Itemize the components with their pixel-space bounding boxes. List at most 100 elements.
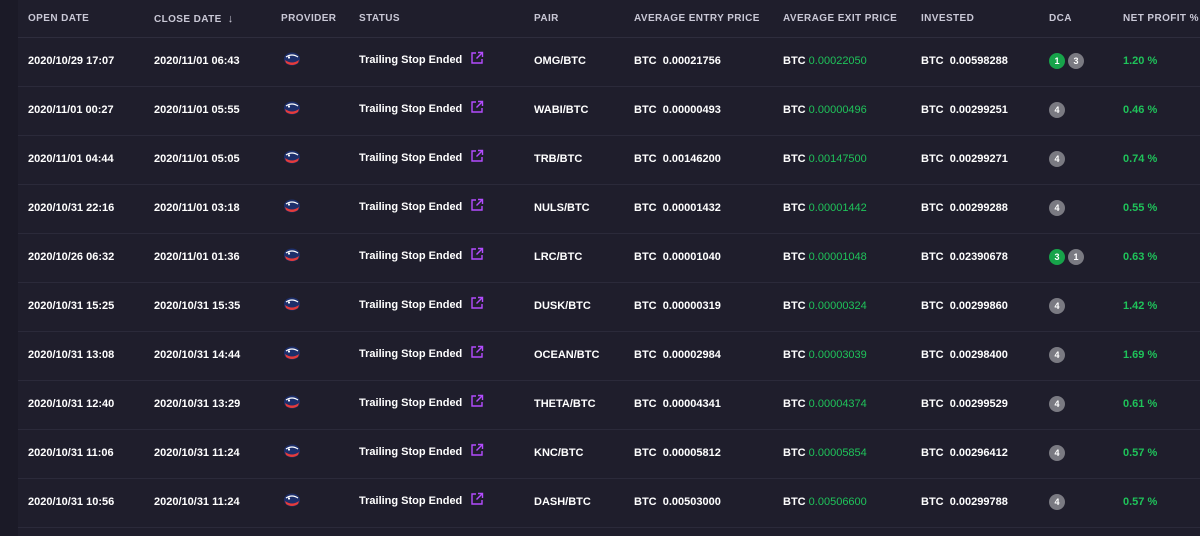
entry-price-value: 0.00004341: [662, 398, 721, 410]
status-text: Trailing Stop Ended: [359, 299, 463, 311]
entry-currency: BTC: [634, 496, 657, 508]
table-row[interactable]: 2020/10/26 06:32 2020/11/01 01:36 Traili…: [18, 234, 1200, 283]
dca-badge: 4: [1049, 151, 1065, 167]
dca-badge: 3: [1068, 53, 1084, 69]
invested-currency: BTC: [921, 55, 944, 67]
dca-badges: 4: [1049, 494, 1065, 510]
external-link-icon[interactable]: [470, 149, 484, 163]
header-pair[interactable]: PAIR: [534, 13, 559, 24]
header-provider[interactable]: PROVIDER: [281, 13, 336, 24]
external-link-icon[interactable]: [470, 345, 484, 359]
closed-positions-table: OPEN DATE CLOSE DATE ↓ PROVIDER STATUS PA…: [18, 0, 1200, 536]
pair: OCEAN/BTC: [534, 349, 600, 361]
external-link-icon[interactable]: [470, 247, 484, 261]
average-exit-price: BTC 0.00005854: [783, 447, 867, 459]
entry-currency: BTC: [634, 251, 657, 263]
status: Trailing Stop Ended: [359, 443, 484, 458]
invested-value: 0.00299251: [949, 104, 1008, 116]
header-average-entry-price[interactable]: AVERAGE ENTRY PRICE: [634, 13, 760, 24]
header-average-exit-price[interactable]: AVERAGE EXIT PRICE: [783, 13, 897, 24]
invested-value: 0.00299788: [949, 496, 1008, 508]
close-date: 2020/10/31 14:44: [154, 349, 241, 361]
invested-currency: BTC: [921, 104, 944, 116]
table-row[interactable]: 2020/11/01 04:44 2020/11/01 05:05 Traili…: [18, 136, 1200, 185]
external-link-icon[interactable]: [470, 394, 484, 408]
provider-logo-icon[interactable]: [282, 344, 302, 362]
average-entry-price: BTC 0.00002984: [634, 349, 721, 361]
invested-currency: BTC: [921, 153, 944, 165]
dca-badges: 4: [1049, 445, 1065, 461]
header-status[interactable]: STATUS: [359, 13, 400, 24]
provider-logo-icon[interactable]: [282, 99, 302, 117]
header-dca[interactable]: DCA: [1049, 13, 1072, 24]
table-row[interactable]: 2020/11/01 00:27 2020/11/01 05:55 Traili…: [18, 87, 1200, 136]
table-row[interactable]: 2020/10/29 17:07 2020/11/01 06:43 Traili…: [18, 38, 1200, 87]
table-row[interactable]: 2020/10/31 11:06 2020/10/31 11:24 Traili…: [18, 430, 1200, 479]
provider-logo-icon[interactable]: [282, 491, 302, 509]
invested: BTC 0.00299271: [921, 153, 1008, 165]
dca-badges: 4: [1049, 151, 1065, 167]
open-date: 2020/10/31 22:16: [28, 202, 115, 214]
status: Trailing Stop Ended: [359, 492, 484, 507]
net-profit: 0.46 %: [1123, 104, 1158, 116]
invested-value: 0.00598288: [949, 55, 1008, 67]
exit-currency: BTC: [783, 55, 806, 67]
provider-logo-icon[interactable]: [282, 50, 302, 68]
closed-positions-page: OPEN DATE CLOSE DATE ↓ PROVIDER STATUS PA…: [0, 0, 1200, 536]
status: Trailing Stop Ended: [359, 296, 484, 311]
table-row[interactable]: 2020/10/31 12:40 2020/10/31 13:29 Traili…: [18, 381, 1200, 430]
external-link-icon[interactable]: [470, 100, 484, 114]
provider-logo-icon[interactable]: [282, 246, 302, 264]
average-exit-price: BTC 0.00147500: [783, 153, 867, 165]
invested-currency: BTC: [921, 349, 944, 361]
exit-price-value: 0.00506600: [808, 496, 867, 508]
status: Trailing Stop Ended: [359, 345, 484, 360]
dca-badges: 13: [1049, 53, 1084, 69]
table-row[interactable]: 2020/10/31 13:08 2020/10/31 14:44 Traili…: [18, 332, 1200, 381]
entry-currency: BTC: [634, 55, 657, 67]
header-close-date[interactable]: CLOSE DATE ↓: [154, 13, 234, 25]
entry-price-value: 0.00001432: [662, 202, 721, 214]
average-exit-price: BTC 0.00506600: [783, 496, 867, 508]
dca-badge: 1: [1068, 249, 1084, 265]
header-open-date[interactable]: OPEN DATE: [28, 13, 89, 24]
table-row[interactable]: 2020/10/31 15:25 2020/10/31 15:35 Traili…: [18, 283, 1200, 332]
external-link-icon[interactable]: [470, 492, 484, 506]
external-link-icon[interactable]: [470, 198, 484, 212]
exit-currency: BTC: [783, 251, 806, 263]
close-date: 2020/11/01 03:18: [154, 202, 240, 214]
external-link-icon[interactable]: [470, 296, 484, 310]
table-row[interactable]: 2020/10/31 10:56 2020/10/31 11:24 Traili…: [18, 479, 1200, 528]
external-link-icon[interactable]: [470, 51, 484, 65]
invested-value: 0.02390678: [949, 251, 1008, 263]
table-row[interactable]: 2020/10/31 22:16 2020/11/01 03:18 Traili…: [18, 185, 1200, 234]
entry-price-value: 0.00000319: [662, 300, 721, 312]
entry-price-value: 0.00021756: [662, 55, 721, 67]
invested-currency: BTC: [921, 300, 944, 312]
invested: BTC 0.00299288: [921, 202, 1008, 214]
exit-currency: BTC: [783, 202, 806, 214]
pair: KNC/BTC: [534, 447, 584, 459]
exit-price-value: 0.00000496: [808, 104, 867, 116]
arrow-down-icon[interactable]: ↓: [228, 13, 234, 25]
dca-badge: 4: [1049, 396, 1065, 412]
external-link-icon[interactable]: [470, 443, 484, 457]
net-profit: 0.63 %: [1123, 251, 1158, 263]
provider-logo-icon[interactable]: [282, 442, 302, 460]
exit-price-value: 0.00022050: [808, 55, 867, 67]
provider-logo-icon[interactable]: [282, 393, 302, 411]
invested-currency: BTC: [921, 398, 944, 410]
provider-logo-icon[interactable]: [282, 148, 302, 166]
entry-price-value: 0.00146200: [662, 153, 721, 165]
net-profit: 1.69 %: [1123, 349, 1158, 361]
invested-value: 0.00299860: [949, 300, 1008, 312]
header-invested[interactable]: INVESTED: [921, 13, 974, 24]
provider-logo-icon[interactable]: [282, 197, 302, 215]
header-net-profit[interactable]: NET PROFIT %: [1123, 13, 1199, 24]
exit-currency: BTC: [783, 153, 806, 165]
entry-price-value: 0.00005812: [662, 447, 721, 459]
net-profit: 1.20 %: [1123, 55, 1158, 67]
header-close-date-label: CLOSE DATE: [154, 14, 222, 25]
provider-logo-icon[interactable]: [282, 295, 302, 313]
dca-badge: 4: [1049, 102, 1065, 118]
